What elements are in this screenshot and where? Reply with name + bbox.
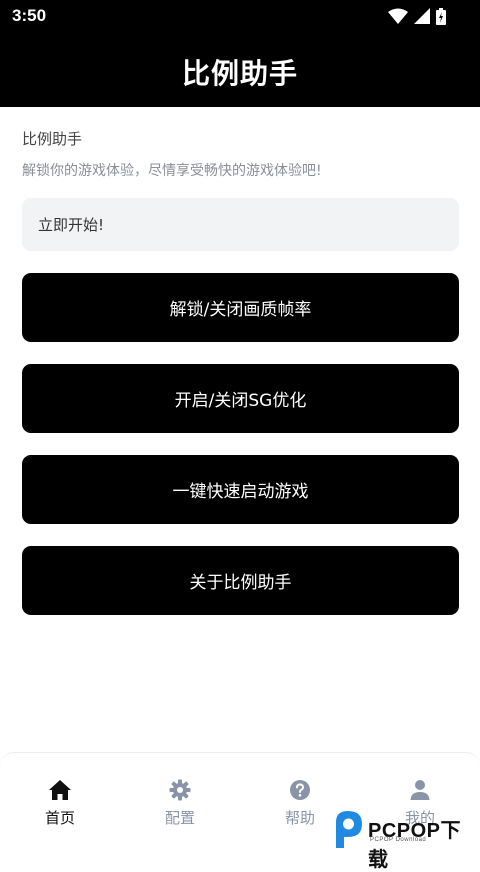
home-icon — [0, 779, 120, 801]
button-label: 开启/关闭SG优化 — [174, 391, 307, 411]
status-icons — [388, 7, 446, 25]
main-content: 比例助手 解锁你的游戏体验，尽情享受畅快的游戏体验吧! 立即开始! 解锁/关闭画… — [22, 128, 459, 615]
watermark-sub: PCPOP Download — [370, 837, 427, 843]
status-time: 3:50 — [12, 6, 47, 25]
button-label: 一键快速启动游戏 — [172, 482, 309, 502]
section-title: 比例助手 — [22, 130, 83, 148]
watermark-brand: PCPOP下载 — [368, 820, 462, 871]
signal-icon — [414, 8, 430, 24]
start-now-field[interactable]: 立即开始! — [22, 198, 459, 251]
about-button[interactable]: 关于比例助手 — [22, 546, 459, 615]
top-app-bar: 3:50 比例助手 — [0, 0, 480, 107]
subtitle: 解锁你的游戏体验，尽情享受畅快的游戏体验吧! — [22, 163, 322, 179]
user-icon — [360, 779, 480, 801]
pcpop-watermark: PCPOP下载 PCPOP Download — [330, 806, 480, 871]
pcpop-logo-icon — [336, 811, 362, 848]
help-icon — [240, 779, 360, 801]
toggle-sg-optimization-button[interactable]: 开启/关闭SG优化 — [22, 364, 459, 433]
tab-label: 配置 — [164, 809, 195, 827]
tab-config[interactable]: 配置 — [120, 779, 240, 828]
battery-icon — [436, 7, 446, 25]
button-label: 关于比例助手 — [189, 573, 292, 593]
tab-home[interactable]: 首页 — [0, 779, 120, 828]
quick-launch-game-button[interactable]: 一键快速启动游戏 — [22, 455, 459, 524]
toggle-quality-framerate-button[interactable]: 解锁/关闭画质帧率 — [22, 273, 459, 342]
app-title: 比例助手 — [181, 57, 298, 90]
start-now-label: 立即开始! — [38, 216, 105, 234]
gear-icon — [120, 779, 240, 801]
tab-label: 首页 — [44, 809, 75, 827]
wifi-icon — [388, 8, 408, 24]
button-label: 解锁/关闭画质帧率 — [169, 300, 312, 320]
